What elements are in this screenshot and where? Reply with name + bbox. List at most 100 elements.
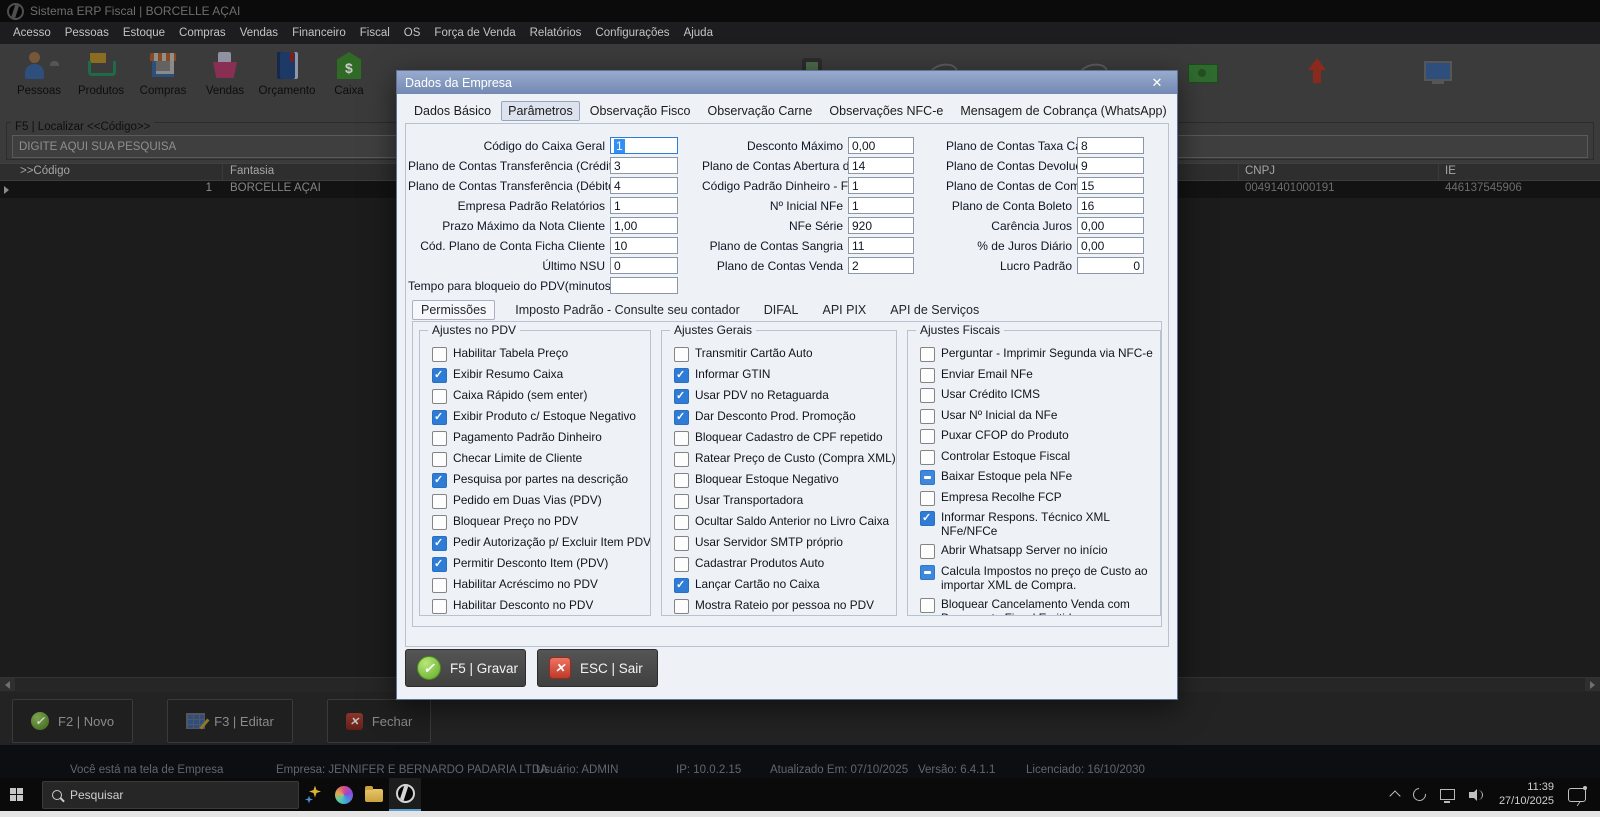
checkbox-row[interactable]: Exibir Produto c/ Estoque Negativo	[432, 410, 646, 425]
field-input[interactable]: 4	[610, 177, 678, 194]
checkbox-row[interactable]: Permitir Desconto Item (PDV)	[432, 557, 646, 572]
novo-button[interactable]: F2 | Novo	[12, 699, 133, 743]
checkbox-row[interactable]: Baixar Estoque pela NFe	[920, 470, 1156, 485]
checkbox-row[interactable]: Usar Crédito ICMS	[920, 388, 1156, 403]
fechar-button[interactable]: Fechar	[327, 699, 431, 743]
dialog-tab[interactable]: Observações NFC-e	[822, 101, 950, 121]
sync-icon[interactable]	[1410, 785, 1428, 803]
checkbox[interactable]	[432, 515, 447, 530]
checkbox[interactable]	[432, 599, 447, 614]
checkbox[interactable]	[432, 536, 447, 551]
scroll-left-button[interactable]	[0, 678, 15, 691]
checkbox-row[interactable]: Informar Respons. Técnico XML NFe/NFCe	[920, 511, 1156, 539]
field-input[interactable]: 15	[1077, 177, 1144, 194]
sub-tab[interactable]: API PIX	[818, 301, 870, 319]
field-input[interactable]: 14	[848, 157, 914, 174]
checkbox[interactable]	[432, 473, 447, 488]
toolbar-button[interactable]: Caixa	[318, 44, 380, 116]
field-input[interactable]: 920	[848, 217, 914, 234]
menu-item[interactable]: Financeiro	[285, 27, 353, 39]
checkbox[interactable]	[432, 389, 447, 404]
menu-item[interactable]: Estoque	[116, 27, 172, 39]
checkbox[interactable]	[432, 452, 447, 467]
erp-taskbar-button[interactable]	[389, 778, 421, 811]
checkbox-row[interactable]: Bloquear Cancelamento Venda com Document…	[920, 598, 1156, 615]
menu-item[interactable]: Pessoas	[58, 27, 116, 39]
checkbox-row[interactable]: Cadastrar Produtos Auto	[674, 557, 892, 572]
checkbox[interactable]	[674, 515, 689, 530]
checkbox[interactable]	[432, 494, 447, 509]
checkbox-row[interactable]: Pesquisa por partes na descrição	[432, 473, 646, 488]
menu-item[interactable]: Compras	[172, 27, 233, 39]
checkbox[interactable]	[674, 578, 689, 593]
menu-item[interactable]: Ajuda	[677, 27, 720, 39]
menu-item[interactable]: Força de Venda	[427, 27, 522, 39]
checkbox[interactable]	[674, 431, 689, 446]
checkbox[interactable]	[920, 409, 935, 424]
checkbox[interactable]	[920, 429, 935, 444]
checkbox[interactable]	[674, 536, 689, 551]
menu-item[interactable]: Configurações	[588, 27, 676, 39]
chevron-up-icon[interactable]	[1389, 790, 1400, 801]
checkbox-row[interactable]: Transmitir Cartão Auto	[674, 347, 892, 362]
close-icon[interactable]: ✕	[1145, 73, 1169, 92]
checkbox-row[interactable]: Habilitar Desconto no PDV	[432, 599, 646, 614]
field-input[interactable]: 3	[610, 157, 678, 174]
dialog-tab[interactable]: Observação Fisco	[583, 101, 698, 121]
toolbar-button[interactable]: Produtos	[70, 44, 132, 116]
field-input[interactable]: 8	[1077, 137, 1144, 154]
field-input[interactable]: 1	[848, 197, 914, 214]
checkbox-row[interactable]: Exibir Resumo Caixa	[432, 368, 646, 383]
sub-tab[interactable]: API de Serviços	[886, 301, 983, 319]
scroll-right-button[interactable]	[1585, 678, 1600, 691]
checkbox[interactable]	[432, 410, 447, 425]
field-input[interactable]: 0	[610, 257, 678, 274]
network-icon[interactable]	[1440, 789, 1455, 800]
checkbox[interactable]	[920, 565, 935, 580]
checkbox-row[interactable]: Puxar CFOP do Produto	[920, 429, 1156, 444]
dialog-title-bar[interactable]: Dados da Empresa ✕	[397, 71, 1177, 94]
dialog-tab[interactable]: Mensagem de Cobrança (WhatsApp)	[953, 101, 1173, 121]
sub-tab[interactable]: DIFAL	[760, 301, 803, 319]
field-input[interactable]: 0,00	[848, 137, 914, 154]
field-input[interactable]: 0	[1077, 257, 1144, 274]
checkbox[interactable]	[432, 431, 447, 446]
checkbox[interactable]	[674, 599, 689, 614]
checkbox[interactable]	[920, 450, 935, 465]
field-input[interactable]: 16	[1077, 197, 1144, 214]
dialog-tab[interactable]: Parâmetros	[501, 101, 580, 121]
gravar-button[interactable]: F5 | Gravar	[405, 649, 526, 687]
copilot-button[interactable]	[329, 778, 359, 811]
field-input[interactable]: 2	[848, 257, 914, 274]
checkbox-row[interactable]: Checar Limite de Cliente	[432, 452, 646, 467]
checkbox-row[interactable]: Pagamento Padrão Dinheiro	[432, 431, 646, 446]
checkbox[interactable]	[432, 578, 447, 593]
field-input[interactable]: 9	[1077, 157, 1144, 174]
field-input[interactable]: 11	[848, 237, 914, 254]
taskbar-clock[interactable]: 11:39 27/10/2025	[1499, 781, 1554, 809]
field-input[interactable]: 1	[610, 137, 678, 154]
checkbox[interactable]	[674, 473, 689, 488]
checkbox[interactable]	[920, 511, 935, 526]
checkbox[interactable]	[920, 368, 935, 383]
checkbox-row[interactable]: Perguntar - Imprimir Segunda via NFC-e	[920, 347, 1156, 362]
checkbox[interactable]	[432, 368, 447, 383]
checkbox[interactable]	[674, 389, 689, 404]
field-input[interactable]: 0,00	[1077, 217, 1144, 234]
field-input[interactable]: 1	[610, 197, 678, 214]
field-input[interactable]: 10	[610, 237, 678, 254]
checkbox-row[interactable]: Usar Transportadora	[674, 494, 892, 509]
checkbox-row[interactable]: Calcula Impostos no preço de Custo ao im…	[920, 565, 1156, 593]
sub-tab[interactable]: Permissões	[412, 300, 495, 320]
toolbar-button[interactable]: Compras	[132, 44, 194, 116]
speaker-icon[interactable]	[1469, 789, 1485, 801]
checkbox-row[interactable]: Bloquear Preço no PDV	[432, 515, 646, 530]
checkbox[interactable]	[920, 347, 935, 362]
checkbox-row[interactable]: Ratear Preço de Custo (Compra XML)	[674, 452, 892, 467]
menu-item[interactable]: Relatórios	[523, 27, 589, 39]
checkbox-row[interactable]: Usar PDV no Retaguarda	[674, 389, 892, 404]
checkbox[interactable]	[920, 491, 935, 506]
checkbox[interactable]	[920, 470, 935, 485]
sub-tab[interactable]: Imposto Padrão - Consulte seu contador	[511, 301, 743, 319]
checkbox[interactable]	[920, 388, 935, 403]
